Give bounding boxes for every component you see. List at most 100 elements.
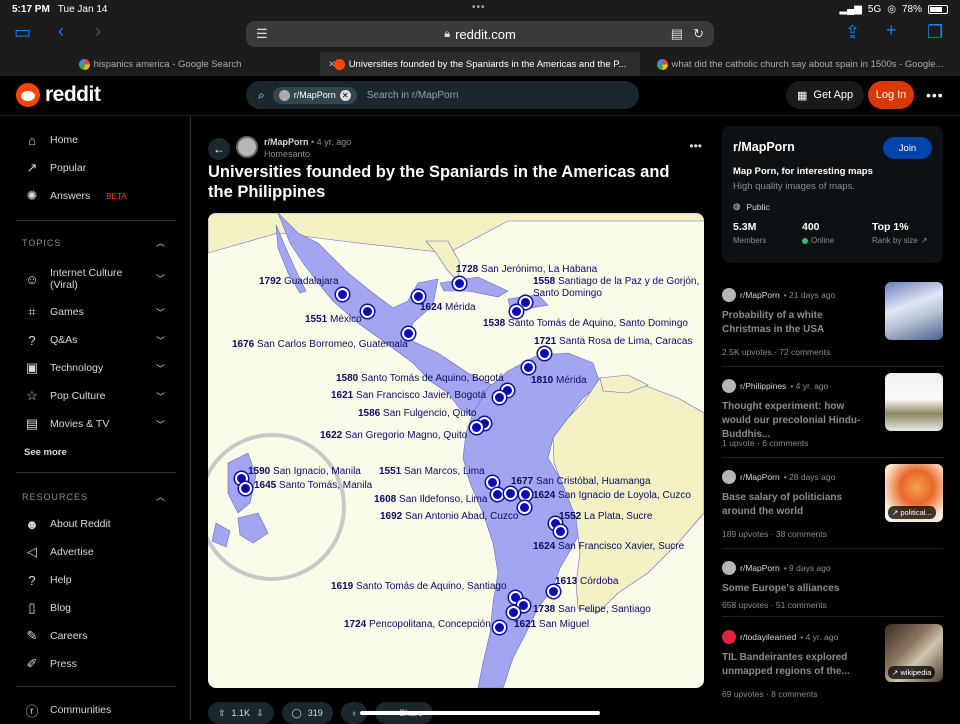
reddit-header: reddit ⌕ r/MapPorn ✕ Search in r/MapPorn…	[0, 76, 960, 116]
comments-button[interactable]: ◯ 319	[281, 702, 333, 724]
related-post-subreddit[interactable]: r/todayilearned	[740, 632, 796, 642]
related-post-subreddit[interactable]: r/MapPorn	[740, 563, 780, 573]
qr-code-icon: ▦	[797, 89, 808, 102]
chevron-down-icon[interactable]: ﹀	[156, 362, 165, 375]
subreddit-avatar[interactable]	[236, 136, 258, 158]
award-icon: ♁	[350, 708, 358, 718]
subreddit-avatar-icon	[722, 470, 736, 484]
map-label: 1724 Pencopolitana, Concepción	[344, 619, 491, 630]
subreddit-name[interactable]: r/MapPorn	[733, 140, 795, 154]
divider	[722, 366, 943, 367]
related-post-stats: 1 upvote · 6 comments	[722, 438, 809, 448]
browser-tab-title: what did the catholic church say about s…	[671, 58, 944, 70]
map-label: 1558 Santiago de la Paz y de Gorjón, Sant…	[533, 276, 700, 299]
tabs-overview-icon[interactable]: ❐	[927, 22, 943, 43]
battery-icon	[928, 4, 948, 14]
divider	[722, 548, 943, 549]
post-title[interactable]: Universities founded by the Spaniards in…	[208, 162, 698, 202]
reader-icon[interactable]: ▤	[671, 26, 683, 42]
browser-tab-3[interactable]: what did the catholic church say about s…	[640, 52, 960, 76]
sidebar-item-answers[interactable]: ✺ Answers BETA	[24, 186, 127, 206]
divider	[722, 616, 943, 617]
map-label: 1608 San Ildefonso, Lima	[374, 494, 488, 505]
page-menu-icon[interactable]: ☰	[256, 26, 268, 42]
search-input[interactable]: Search in r/MapPorn	[367, 90, 459, 101]
back-arrow-icon[interactable]: ‹	[58, 21, 64, 42]
clear-chip-icon[interactable]: ✕	[339, 89, 351, 101]
sidebar-item-label: Communities	[50, 704, 112, 716]
chevron-up-icon[interactable]: ︿	[156, 236, 165, 249]
chevron-down-icon[interactable]: ﹀	[156, 306, 165, 319]
address-bar[interactable]: ☰ 🔒︎ reddit.com ▤ ↻	[246, 21, 714, 47]
subreddit-avatar-icon	[722, 630, 736, 644]
external-link-icon[interactable]: ↗	[921, 236, 928, 245]
location-icon: ◎	[887, 3, 896, 15]
sidebar-item-games[interactable]: ⌗ Games	[24, 302, 84, 322]
chevron-down-icon[interactable]: ﹀	[156, 390, 165, 403]
subreddit-title: Map Porn, for interesting maps	[733, 166, 873, 177]
vote-button[interactable]: ⇧ 1.1K ⇩	[208, 702, 274, 724]
sidebar-item-press[interactable]: ✐ Press	[24, 654, 77, 674]
get-app-button[interactable]: ▦ Get App	[786, 81, 865, 109]
sidebar-item-blog[interactable]: ▯ Blog	[24, 598, 71, 618]
post-more-icon[interactable]: •••	[689, 139, 702, 153]
related-post-subreddit[interactable]: r/MapPorn	[740, 472, 780, 482]
sidebar-item-about[interactable]: ☻ About Reddit	[24, 514, 111, 534]
subreddit-avatar-icon	[722, 561, 736, 575]
sidebar-item-internet-culture[interactable]: ☺ Internet Culture (Viral)	[24, 266, 122, 292]
related-post-subreddit[interactable]: r/Philippines	[740, 381, 786, 391]
related-post-title[interactable]: Base salary of politicians around the wo…	[722, 491, 872, 519]
sidebar-item-communities[interactable]: ⓡ Communities	[24, 700, 111, 720]
share-icon[interactable]: ⇪	[845, 22, 860, 43]
chevron-down-icon[interactable]: ﹀	[156, 272, 165, 285]
search-bar[interactable]: ⌕ r/MapPorn ✕ Search in r/MapPorn	[246, 81, 639, 109]
browser-tab-1[interactable]: hispanics america - Google Search	[0, 52, 320, 76]
reload-icon[interactable]: ↻	[693, 26, 704, 42]
sidebar-item-popular[interactable]: ↗ Popular	[24, 158, 87, 178]
back-button[interactable]: ←	[208, 138, 230, 160]
reddit-logo[interactable]: reddit	[16, 83, 101, 107]
close-tab-icon[interactable]: ✕	[328, 59, 336, 70]
sidebar-item-movies-tv[interactable]: ▤ Movies & TV	[24, 414, 109, 434]
sidebar-item-careers[interactable]: ✎ Careers	[24, 626, 88, 646]
sidebar-item-advertise[interactable]: ◁ Advertise	[24, 542, 94, 562]
post-subreddit-name[interactable]: r/MapPorn	[264, 137, 309, 147]
post-image-map[interactable]: 1792 Guadalajara 1551 México 1676 San Ca…	[208, 213, 704, 688]
chevron-up-icon[interactable]: ︿	[156, 490, 165, 503]
more-options-icon[interactable]: •••	[926, 87, 944, 103]
chevron-down-icon[interactable]: ﹀	[156, 334, 165, 347]
sidebar-item-help[interactable]: ? Help	[24, 570, 71, 590]
related-post-title[interactable]: Probability of a white Christmas in the …	[722, 309, 872, 337]
login-button[interactable]: Log In	[868, 81, 914, 109]
downvote-icon[interactable]: ⇩	[256, 708, 264, 719]
related-post-title[interactable]: Some Europe's alliances	[722, 582, 872, 596]
related-post-thumbnail[interactable]	[885, 373, 943, 431]
forward-arrow-icon[interactable]: ›	[95, 21, 101, 42]
upvote-icon[interactable]: ⇧	[218, 708, 226, 719]
search-scope-chip[interactable]: r/MapPorn ✕	[272, 86, 357, 104]
sidebar-toggle-icon[interactable]: ▭	[14, 22, 31, 43]
related-post-title[interactable]: TIL Bandeirantes explored unmapped regio…	[722, 651, 872, 679]
related-post-thumbnail[interactable]	[885, 282, 943, 340]
chevron-down-icon[interactable]: ﹀	[156, 418, 165, 431]
related-post-thumbnail[interactable]: ↗ wikipedia	[885, 624, 943, 682]
post-author[interactable]: Homesanto	[264, 149, 310, 159]
related-post-subreddit[interactable]: r/MapPorn	[740, 290, 780, 300]
multitask-dots-icon[interactable]: •••	[472, 2, 486, 13]
map-pin	[361, 305, 374, 318]
see-more-link[interactable]: See more	[24, 447, 67, 458]
related-post-thumbnail[interactable]: ↗ political...	[885, 464, 943, 522]
members-value: 5.3M	[733, 221, 757, 233]
post-subreddit[interactable]: r/MapPorn • 4 yr. ago	[264, 137, 351, 147]
home-indicator[interactable]	[360, 711, 600, 715]
map-label: 1810 Mérida	[531, 375, 587, 386]
related-post-title[interactable]: Thought experiment: how would our precol…	[722, 400, 872, 442]
map-label: 1622 San Gregorio Magno, Quito	[320, 430, 468, 441]
new-tab-icon[interactable]: +	[886, 20, 897, 41]
join-button[interactable]: Join	[883, 137, 932, 159]
sidebar-item-home[interactable]: ⌂ Home	[24, 130, 78, 150]
sidebar-item-pop-culture[interactable]: ☆ Pop Culture	[24, 386, 105, 406]
browser-tab-2[interactable]: ✕ Universities founded by the Spaniards …	[320, 52, 640, 76]
sidebar-item-qas[interactable]: ? Q&As	[24, 330, 77, 350]
sidebar-item-technology[interactable]: ▣ Technology	[24, 358, 103, 378]
